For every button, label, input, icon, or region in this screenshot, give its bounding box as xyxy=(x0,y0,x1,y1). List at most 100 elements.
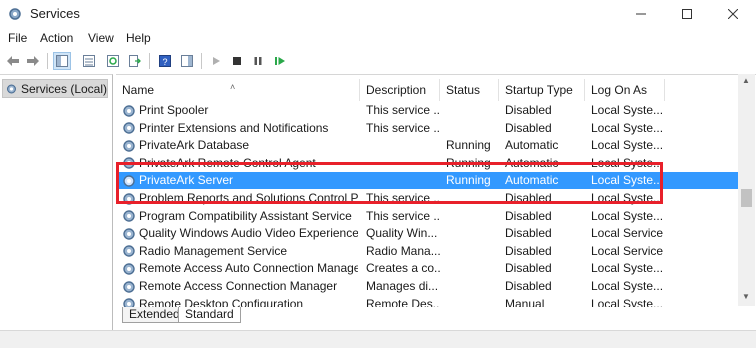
service-description: This service ... xyxy=(366,103,440,117)
service-status: Running xyxy=(446,138,491,153)
export-icon xyxy=(129,55,141,67)
column-header-log-on-as[interactable]: Log On As xyxy=(585,79,665,101)
table-row[interactable]: Radio Management Service Radio Mana... Dis… xyxy=(116,243,738,260)
table-row[interactable]: Printer Extensions and Notifications This… xyxy=(116,120,738,137)
restart-icon xyxy=(275,57,285,65)
service-name: Remote Access Auto Connection Manager xyxy=(139,261,358,276)
start-service-button[interactable] xyxy=(207,52,225,70)
service-gear-icon xyxy=(123,192,135,205)
menu-file[interactable]: File xyxy=(8,31,27,45)
service-description: This service ... xyxy=(366,120,440,135)
service-gear-icon xyxy=(123,139,135,152)
table-row[interactable]: Remote Access Auto Connection Manager Cre… xyxy=(116,260,738,277)
stop-service-button[interactable] xyxy=(228,52,246,70)
show-action-pane-button[interactable] xyxy=(178,52,196,70)
refresh-button[interactable] xyxy=(104,52,122,70)
column-header-status[interactable]: Status xyxy=(440,79,499,101)
service-startup-type: Automatic xyxy=(505,138,559,153)
menu-help[interactable]: Help xyxy=(126,31,151,45)
service-log-on-as: Local Syste... xyxy=(591,155,663,170)
service-description: Quality Win... xyxy=(366,226,438,241)
column-header-description[interactable]: Description xyxy=(360,79,440,101)
table-row[interactable]: PrivateArk Remote Control Agent Running Au… xyxy=(116,155,738,172)
service-name: Print Spooler xyxy=(139,103,209,117)
services-gear-icon xyxy=(6,83,16,94)
vertical-scrollbar[interactable]: ▲ ▼ xyxy=(738,74,755,306)
service-name: PrivateArk Server xyxy=(139,173,234,188)
service-gear-icon xyxy=(123,245,135,257)
service-name: Remote Access Connection Manager xyxy=(139,279,338,293)
export-list-button[interactable] xyxy=(126,52,144,70)
column-header-label: Name xyxy=(122,83,155,97)
view-tabs: Extended Standard xyxy=(116,306,756,326)
forward-button[interactable] xyxy=(24,52,42,70)
service-log-on-as: Local Syste... xyxy=(591,103,663,117)
console-tree-icon xyxy=(56,55,68,67)
column-header-label: Log On As xyxy=(591,83,648,97)
help-button[interactable]: ? xyxy=(156,52,174,70)
service-log-on-as: Local Syste... xyxy=(591,208,663,223)
service-startup-type: Disabled xyxy=(505,191,552,205)
column-header-label: Startup Type xyxy=(505,83,573,97)
title-bar: Services xyxy=(0,0,756,28)
window-title: Services xyxy=(30,6,80,21)
tab-standard[interactable]: Standard xyxy=(178,307,241,323)
maximize-button[interactable] xyxy=(664,0,710,28)
service-name-cell: PrivateArk Remote Control Agent xyxy=(122,155,358,172)
table-row[interactable]: PrivateArk Server Running Automatic Local S… xyxy=(116,172,738,190)
tab-label: Standard xyxy=(185,307,234,321)
service-log-on-as: Local Service xyxy=(591,226,663,241)
tab-extended[interactable]: Extended xyxy=(122,307,187,323)
service-name: Program Compatibility Assistant Service xyxy=(139,208,352,223)
service-name: PrivateArk Database xyxy=(139,138,250,153)
scrollbar-thumb[interactable] xyxy=(741,189,752,207)
table-row[interactable]: Remote Access Connection Manager Manages … xyxy=(116,278,738,295)
menu-view[interactable]: View xyxy=(88,31,114,45)
service-gear-icon xyxy=(123,104,135,117)
table-row[interactable]: Quality Windows Audio Video Experience Qu… xyxy=(116,225,738,242)
scroll-up-icon[interactable]: ▲ xyxy=(742,76,750,85)
toolbar: ? xyxy=(0,49,756,73)
console-tree: Services (Local) xyxy=(0,74,113,331)
restart-service-button[interactable] xyxy=(271,52,289,70)
scroll-down-icon[interactable]: ▼ xyxy=(742,292,750,301)
table-row[interactable]: Program Compatibility Assistant Service T… xyxy=(116,208,738,225)
toolbar-separator xyxy=(201,53,202,69)
minimize-icon xyxy=(636,13,646,15)
back-arrow-icon xyxy=(7,56,19,66)
minimize-button[interactable] xyxy=(618,0,664,28)
back-button[interactable] xyxy=(4,52,22,70)
tree-item-services-local[interactable]: Services (Local) xyxy=(2,79,108,98)
column-header-label: Description xyxy=(366,83,427,97)
service-name: PrivateArk Remote Control Agent xyxy=(139,155,316,170)
action-pane-icon xyxy=(181,55,193,67)
tree-item-label: Services (Local) xyxy=(20,81,107,96)
table-row[interactable]: PrivateArk Database Running Automatic Local… xyxy=(116,137,738,154)
show-hide-console-tree-button[interactable] xyxy=(53,52,71,70)
status-bar xyxy=(0,330,756,348)
service-name: Quality Windows Audio Video Experience xyxy=(139,226,358,241)
menu-action[interactable]: Action xyxy=(40,31,73,45)
service-log-on-as: Local Service xyxy=(591,243,663,258)
column-header-startup-type[interactable]: Startup Type xyxy=(499,79,585,101)
service-description: This service ... xyxy=(366,208,440,223)
service-description: Manages di... xyxy=(366,279,439,293)
refresh-icon xyxy=(107,55,119,67)
service-gear-icon xyxy=(123,227,135,240)
tab-label: Extended xyxy=(129,307,180,321)
table-row[interactable]: Problem Reports and Solutions Control Pa… xyxy=(116,190,738,207)
service-name: Printer Extensions and Notifications xyxy=(139,120,329,135)
service-description: Creates a co... xyxy=(366,261,440,276)
service-startup-type: Disabled xyxy=(505,226,552,241)
column-header-name[interactable]: Name ˄ xyxy=(116,79,360,101)
pause-service-button[interactable] xyxy=(249,52,267,70)
table-row[interactable]: Print Spooler This service ... Disabled Loc… xyxy=(116,102,738,119)
service-name-cell: Quality Windows Audio Video Experience xyxy=(122,225,358,242)
close-button[interactable] xyxy=(710,0,756,28)
properties-list-button[interactable] xyxy=(80,52,98,70)
service-name-cell: Problem Reports and Solutions Control Pa… xyxy=(122,190,358,207)
service-name-cell: PrivateArk Database xyxy=(122,137,358,154)
play-icon xyxy=(213,57,220,65)
service-name-cell: Printer Extensions and Notifications xyxy=(122,120,358,137)
menu-bar: File Action View Help xyxy=(0,28,756,48)
